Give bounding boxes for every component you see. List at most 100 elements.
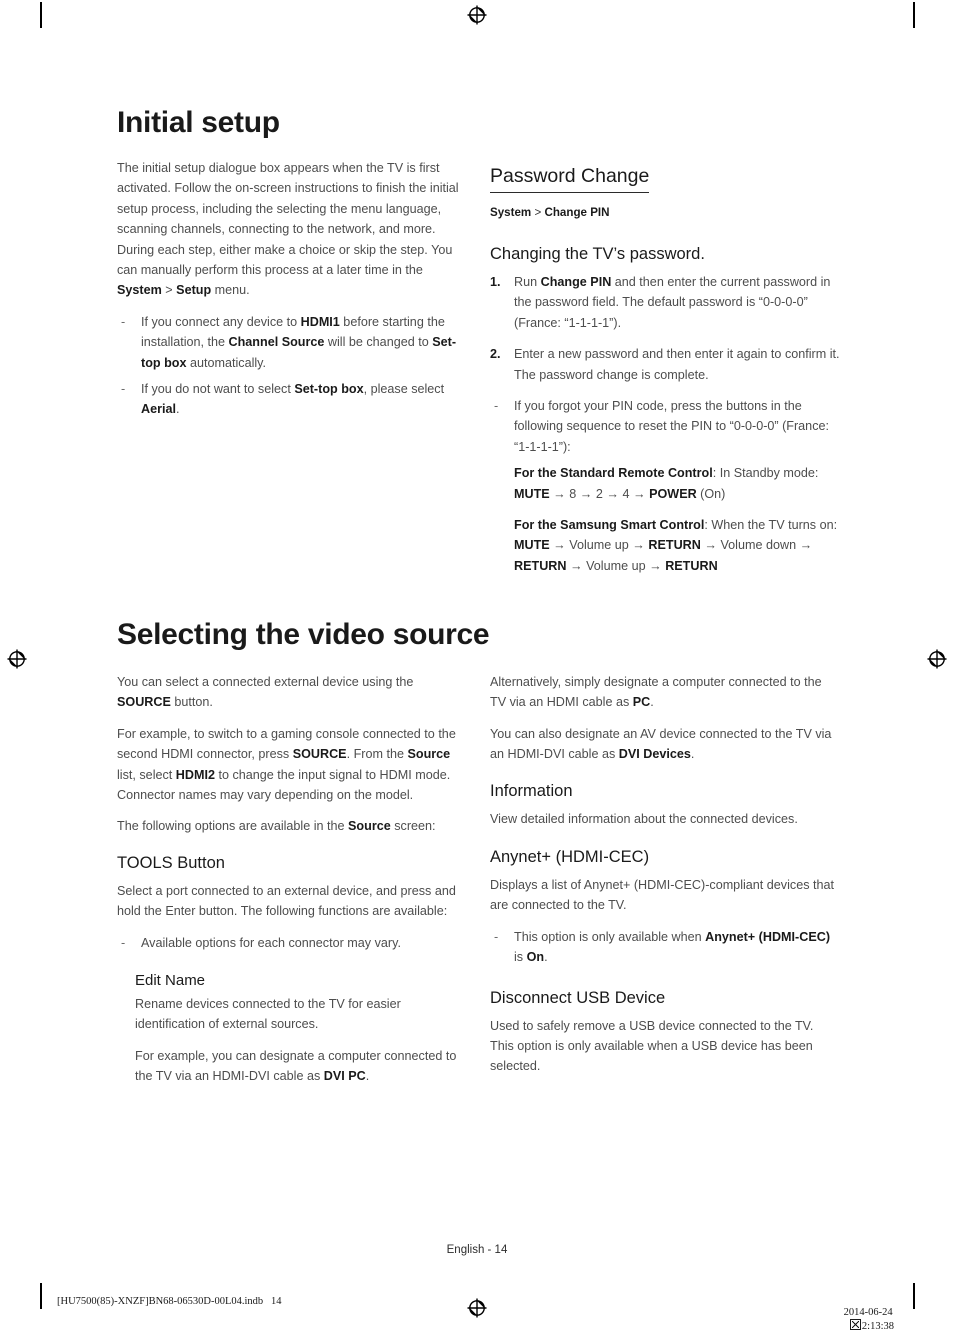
smart-remote-key-run-6: Volume down [720,538,797,553]
anynet-note-run-4: . [544,950,548,965]
video-source-p2-run-4: list, select [117,767,176,782]
initial-setup-intro: The initial setup dialogue box appears w… [117,158,467,301]
dash-marker: - [121,382,126,397]
video-source-p2-run-3: Source [407,747,451,762]
standard-remote-key-run-1: → [549,486,570,501]
password-change-step-text: Enter a new password and then enter it a… [514,347,840,381]
dash-marker: - [121,935,126,950]
video-source-right-p1-run-2: . [650,695,654,710]
smart-remote-lead: : When the TV turns on: [704,518,838,533]
edit-name-block: Edit Name Rename devices connected to th… [135,971,467,1087]
password-change-step-1-run-0: Enter a new password and then enter it a… [514,347,840,382]
video-source-right-p2: You can also designate an AV device conn… [490,724,840,765]
video-source-p3-run-1: Source [348,819,391,834]
standard-remote-key-run-0: MUTE [514,486,550,501]
initial-setup-bullet-0-run-6: automatically. [186,355,267,370]
smart-remote-sequence: For the Samsung Smart Control: When the … [514,515,840,576]
dash-marker: - [494,399,499,414]
edit-name-p2-run-2: . [365,1069,370,1084]
menu-separator: > [161,283,177,298]
initial-setup-bullet-0-run-0: If you connect any device to [141,314,301,329]
column-right-bottom: Alternatively, simply designate a comput… [490,672,840,1088]
anynet-body: Displays a list of Anynet+ (HDMI-CEC)-co… [490,878,834,913]
video-source-p3: The following options are available in t… [117,816,467,836]
remote-sequences: For the Standard Remote Control: In Stan… [514,463,840,576]
video-source-p2-run-1: SOURCE [292,747,347,762]
standard-remote-key-run-9: (On) [696,486,726,501]
password-change-steps: 1. Run Change PIN and then enter the curr… [490,272,840,385]
initial-setup-bullet-0-run-3: Channel Source [228,335,325,350]
standard-remote-key-run-7: → [629,486,650,501]
standard-remote-sequence: For the Standard Remote Control: In Stan… [514,463,840,504]
initial-setup-intro-text: The initial setup dialogue box appears w… [117,161,459,278]
tools-button-note: - Available options for each connector m… [117,933,467,953]
initial-setup-bullet-1-run-2: , please select [363,382,445,397]
initial-setup-bullet: - If you connect any device to HDMI1 befo… [117,312,467,373]
tools-button-note-text: Available options for each connector may… [141,935,401,950]
video-source-p2: For example, to switch to a gaming conso… [117,724,467,806]
edit-name-p2-run-1: DVI PC [323,1069,366,1084]
password-change-step-0-run-1: Change PIN [540,275,612,289]
subsection-heading-tools-button: TOOLS Button [117,853,225,872]
manual-page: Initial setup The initial setup dialogue… [0,0,954,1321]
initial-setup-bullet-text: If you connect any device to HDMI1 befor… [141,315,456,370]
anynet-note-run-3: On [526,950,545,965]
page-title-selecting-video-source: Selecting the video source [117,618,490,651]
password-change-step-text: Run Change PIN and then enter the curren… [514,275,830,330]
menu-path-password-change: System > Change PIN [490,204,840,222]
print-slug-left: [HU7500(85)-XNZF]BN68-06530D-00L04.indb … [57,1296,282,1307]
smart-remote-key-run-5: → [700,538,721,553]
initial-setup-bullet-list: - If you connect any device to HDMI1 befo… [117,312,467,420]
anynet-note-run-2: is [514,950,527,965]
video-source-right-p1: Alternatively, simply designate a comput… [490,672,840,713]
menu-system: System [117,283,162,298]
password-change-step-0-run-0: Run [514,275,541,289]
column-left-top: Initial setup The initial setup dialogue… [117,106,467,426]
column-right-top: Password Change System > Change PIN Chan… [490,164,840,587]
smart-remote-key-run-7: → [796,538,813,553]
initial-setup-bullet-1-run-3: Aerial [141,402,177,417]
page-folio: English - 14 [446,1244,508,1256]
standard-remote-key-run-4: 2 [595,486,603,501]
chapter-heading-wrapper: Selecting the video source [117,618,857,652]
subsection-heading-anynet: Anynet+ (HDMI-CEC) [490,848,650,867]
dash-marker: - [494,929,499,944]
standard-remote-label: For the Standard Remote Control [514,466,713,481]
column-left-bottom: You can select a connected external devi… [117,672,467,1098]
smart-remote-key-run-3: → [628,538,649,553]
standard-remote-key-run-8: POWER [649,486,697,501]
standard-remote-lead: : In Standby mode: [712,466,819,481]
section-heading-password-change: Password Change [490,164,650,193]
smart-remote-key-run-9: → [566,558,587,573]
video-source-right-p1-run-1: PC [632,695,651,710]
print-slug-time: 2:13:38 [861,1321,894,1332]
password-change-step: 1. Run Change PIN and then enter the curr… [490,272,840,333]
page-title-initial-setup: Initial setup [117,106,280,139]
anynet-note-run-0: This option is only available when [514,929,706,944]
smart-remote-key-run-4: RETURN [648,538,701,553]
smart-remote-key-run-1: → [549,538,570,553]
standard-remote-key-run-5: → [602,486,623,501]
video-source-p2-run-2: . From the [346,747,408,762]
print-slug-date: 2014-06-24 [843,1307,893,1318]
video-source-p1-run-2: button. [170,695,213,710]
standard-remote-key-run-6: 4 [622,486,630,501]
video-source-right-p2-run-1: DVI Devices [618,747,691,762]
subsection-heading-edit-name: Edit Name [135,972,206,990]
smart-remote-key-run-2: Volume up [569,538,629,553]
smart-remote-key-run-10: Volume up [586,558,646,573]
anynet-note-text: This option is only available when Anyne… [514,930,830,964]
menu-path-root: System [490,206,532,219]
subsection-heading-information: Information [490,781,573,800]
video-source-right-p1-run-0: Alternatively, simply designate a comput… [490,675,822,710]
smart-remote-key-run-11: → [645,558,666,573]
initial-setup-bullet-0-run-1: HDMI1 [300,314,340,329]
information-body: View detailed information about the conn… [490,811,798,826]
smart-remote-key-run-8: RETURN [514,558,567,573]
subsection-heading-disconnect-usb: Disconnect USB Device [490,988,666,1007]
smart-remote-label: For the Samsung Smart Control [514,518,705,533]
anynet-note: - This option is only available when Any… [490,927,840,968]
print-slug-right: 2014-06-24 2:13:38 [838,1296,894,1332]
initial-setup-bullet-1-run-1: Set-top box [294,382,364,397]
smart-remote-keys: MUTE → Volume up → RETURN → Volume down … [514,538,812,572]
